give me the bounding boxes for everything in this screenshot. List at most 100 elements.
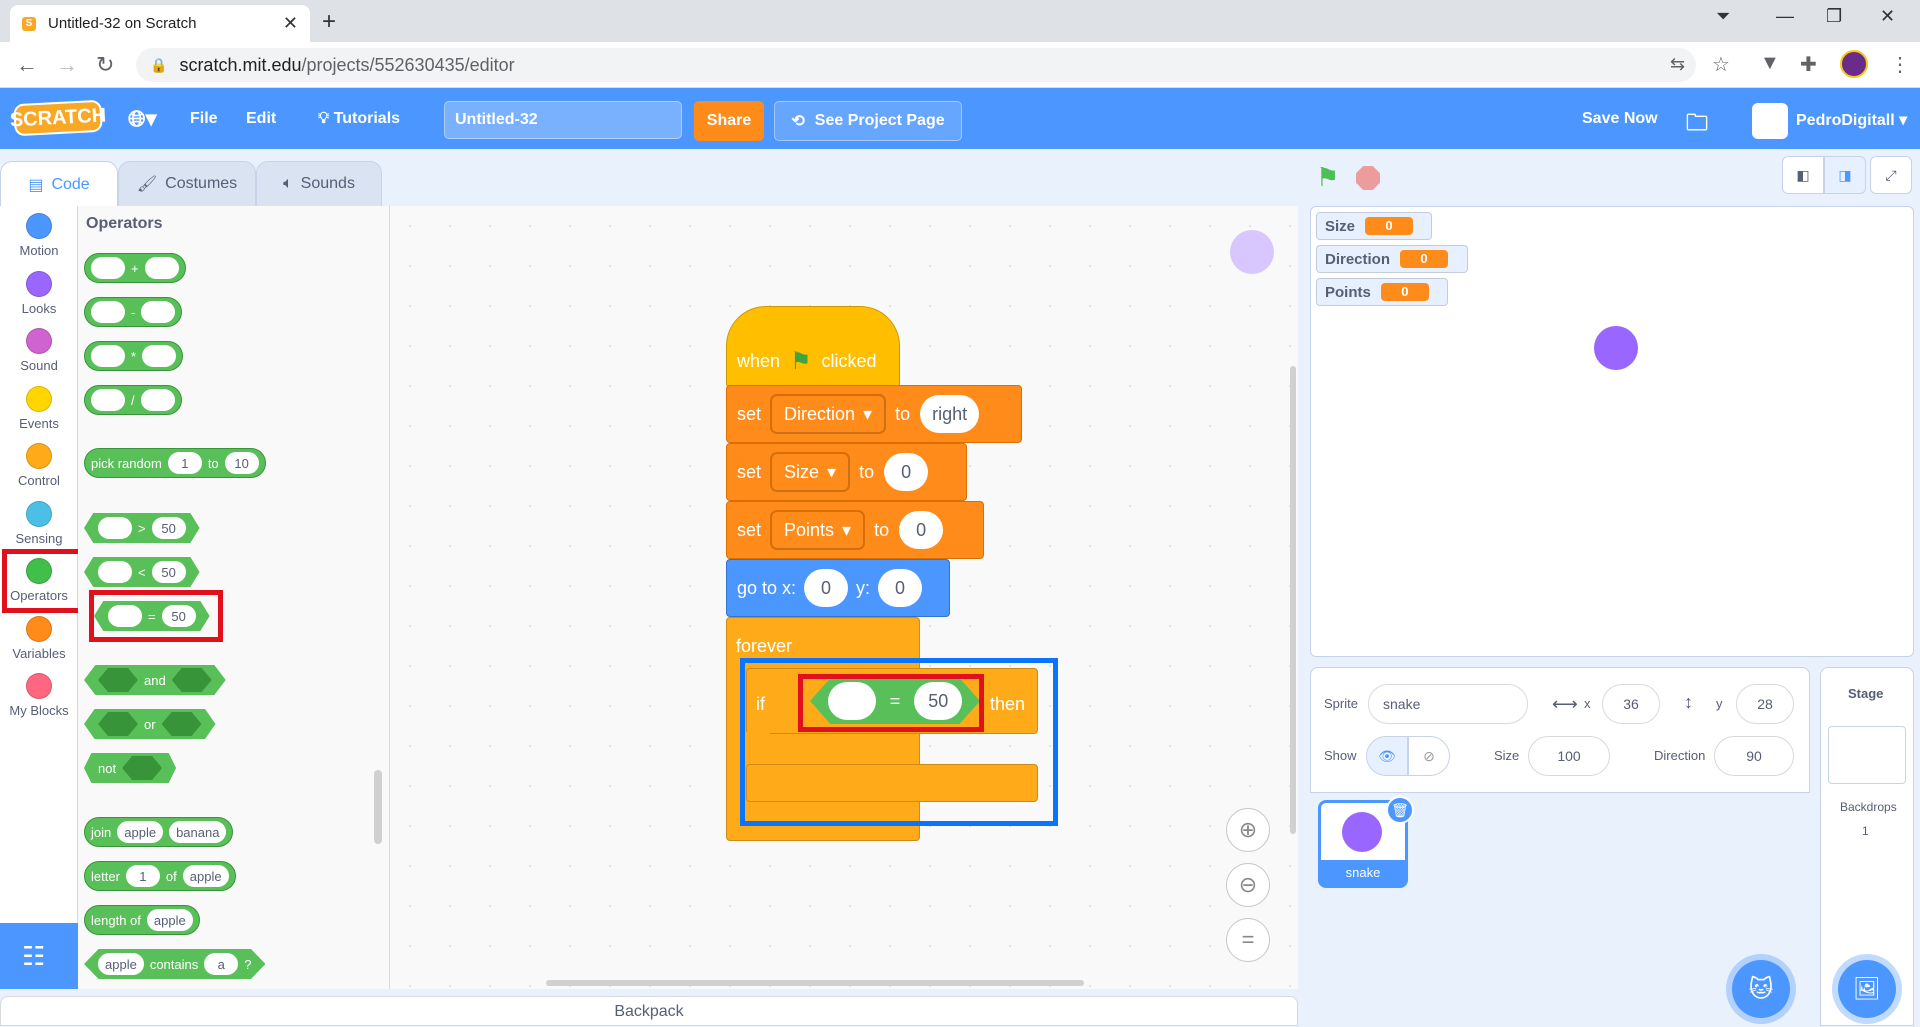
- tutorials-button[interactable]: 💡︎ Tutorials: [318, 110, 400, 128]
- and-right-slot[interactable]: [171, 668, 212, 692]
- set-points-block[interactable]: set Points ▾ to 0: [726, 501, 984, 559]
- language-globe-icon[interactable]: 🌐︎▾: [128, 106, 157, 132]
- extensions-puzzle-icon[interactable]: ✚: [1800, 52, 1817, 77]
- menu-edit[interactable]: Edit: [246, 110, 276, 128]
- fullscreen-button[interactable]: ⤢: [1870, 156, 1912, 194]
- category-motion[interactable]: Motion: [0, 213, 78, 258]
- new-tab-icon[interactable]: +: [322, 8, 336, 36]
- letter-index-input[interactable]: 1: [125, 865, 160, 887]
- divide-right-slot[interactable]: [140, 389, 175, 411]
- sprite-x-input[interactable]: 36: [1602, 684, 1660, 724]
- zoom-out-button[interactable]: ⊖: [1226, 863, 1270, 907]
- share-button[interactable]: Share: [694, 101, 764, 141]
- translate-icon[interactable]: ⇆: [1670, 54, 1685, 75]
- menu-file[interactable]: File: [190, 110, 218, 128]
- or-block[interactable]: or: [84, 709, 216, 739]
- scratch-logo[interactable]: SCRATCH: [9, 99, 107, 137]
- tab-sounds[interactable]: 🔈︎ Sounds: [256, 161, 382, 207]
- my-stuff-folder-icon[interactable]: 🗀: [1686, 106, 1708, 144]
- letter-word-input[interactable]: apple: [182, 865, 229, 887]
- sprite-direction-input[interactable]: 90: [1714, 736, 1794, 776]
- less-than-block[interactable]: <50: [84, 557, 200, 587]
- snake-sprite-on-stage[interactable]: [1594, 326, 1638, 370]
- join-second-input[interactable]: banana: [169, 821, 227, 843]
- when-flag-clicked-block[interactable]: when ⚑ clicked: [726, 306, 900, 388]
- forward-icon[interactable]: →: [56, 52, 78, 78]
- see-project-page-button[interactable]: ⟲ See Project Page: [774, 101, 962, 141]
- stop-sign-icon[interactable]: [1356, 166, 1380, 190]
- category-control[interactable]: Control: [0, 443, 78, 488]
- add-extension-button[interactable]: ☷: [0, 923, 78, 989]
- divide-block[interactable]: /: [84, 385, 182, 415]
- green-flag-icon[interactable]: ⚑: [1316, 162, 1339, 193]
- sprite-y-input[interactable]: 28: [1736, 684, 1794, 724]
- zoom-in-button[interactable]: ⊕: [1226, 808, 1270, 852]
- category-sound[interactable]: Sound: [0, 328, 78, 373]
- close-window-icon[interactable]: ✕: [1880, 6, 1895, 27]
- delete-sprite-icon[interactable]: 🗑︎: [1386, 796, 1414, 824]
- variable-dropdown-points[interactable]: Points ▾: [771, 511, 865, 549]
- category-variables[interactable]: Variables: [0, 615, 78, 661]
- subtract-right-slot[interactable]: [141, 301, 176, 323]
- large-stage-button[interactable]: ◨: [1824, 156, 1866, 194]
- set-points-value-input[interactable]: 0: [899, 511, 944, 549]
- bookmark-star-icon[interactable]: ☆: [1712, 52, 1730, 77]
- multiply-left-slot[interactable]: [91, 345, 125, 367]
- variable-dropdown-direction[interactable]: Direction ▾: [771, 395, 886, 433]
- choose-sprite-button[interactable]: 🐱︎: [1732, 960, 1790, 1018]
- multiply-right-slot[interactable]: [142, 345, 177, 367]
- tab-costumes[interactable]: 🖌︎ Costumes: [118, 161, 256, 207]
- choose-backdrop-button[interactable]: 🖼︎: [1838, 960, 1896, 1018]
- random-to-input[interactable]: 10: [224, 452, 259, 474]
- category-sensing[interactable]: Sensing: [0, 500, 78, 546]
- show-sprite-button[interactable]: 👁︎: [1366, 736, 1408, 776]
- length-of-block[interactable]: length of apple: [84, 905, 200, 935]
- sprite-size-input[interactable]: 100: [1528, 736, 1610, 776]
- category-events[interactable]: Events: [0, 385, 78, 431]
- lt-right-input[interactable]: 50: [151, 561, 186, 583]
- add-block[interactable]: +: [84, 253, 186, 283]
- gt-left-slot[interactable]: [98, 517, 132, 539]
- not-slot[interactable]: [122, 756, 163, 780]
- project-title-input[interactable]: Untitled-32: [444, 101, 682, 139]
- category-my-blocks[interactable]: My Blocks: [0, 673, 78, 718]
- subtract-block[interactable]: -: [84, 297, 183, 327]
- backpack-bar[interactable]: Backpack: [0, 996, 1298, 1026]
- add-right-slot[interactable]: [144, 257, 179, 279]
- contains-word-input[interactable]: apple: [98, 953, 144, 975]
- join-first-input[interactable]: apple: [117, 821, 164, 843]
- back-icon[interactable]: ←: [16, 52, 38, 78]
- account-menu[interactable]: PedroDigitall ▾: [1796, 110, 1907, 130]
- save-now-button[interactable]: Save Now: [1582, 110, 1658, 128]
- set-size-value-input[interactable]: 0: [884, 453, 929, 491]
- zoom-reset-button[interactable]: =: [1226, 918, 1270, 962]
- tab-close-icon[interactable]: ✕: [283, 13, 298, 34]
- tab-code[interactable]: ▤ Code: [0, 161, 118, 207]
- letter-of-block[interactable]: letter 1 of apple: [84, 861, 236, 891]
- lt-left-slot[interactable]: [98, 561, 132, 583]
- variable-dropdown-size[interactable]: Size ▾: [771, 453, 850, 491]
- sprite-name-input[interactable]: snake: [1368, 684, 1528, 724]
- join-block[interactable]: join apple banana: [84, 817, 234, 847]
- stage-canvas[interactable]: [1310, 206, 1914, 657]
- reload-icon[interactable]: ↻: [96, 52, 114, 78]
- variable-monitor-points[interactable]: Points 0: [1316, 278, 1448, 306]
- pick-random-block[interactable]: pick random 1 to 10: [84, 448, 266, 478]
- backdrop-thumbnail[interactable]: [1828, 726, 1906, 784]
- browser-tab[interactable]: S Untitled-32 on Scratch ✕: [10, 5, 310, 42]
- extension-icon[interactable]: ▼: [1760, 52, 1780, 75]
- variable-monitor-direction[interactable]: Direction 0: [1316, 245, 1468, 273]
- user-avatar[interactable]: [1752, 103, 1788, 139]
- go-to-xy-block[interactable]: go to x: 0 y: 0: [726, 559, 950, 617]
- add-left-slot[interactable]: [91, 257, 125, 279]
- and-block[interactable]: and: [84, 665, 226, 695]
- divide-left-slot[interactable]: [91, 389, 125, 411]
- restore-icon[interactable]: ❐: [1826, 6, 1842, 27]
- profile-dropdown-icon[interactable]: ⏷: [1716, 6, 1730, 27]
- set-direction-block[interactable]: set Direction ▾ to right: [726, 385, 1022, 443]
- minimize-icon[interactable]: —: [1776, 6, 1794, 27]
- random-from-input[interactable]: 1: [167, 452, 202, 474]
- or-left-slot[interactable]: [98, 712, 138, 736]
- contains-char-input[interactable]: a: [204, 953, 239, 975]
- length-word-input[interactable]: apple: [146, 909, 193, 931]
